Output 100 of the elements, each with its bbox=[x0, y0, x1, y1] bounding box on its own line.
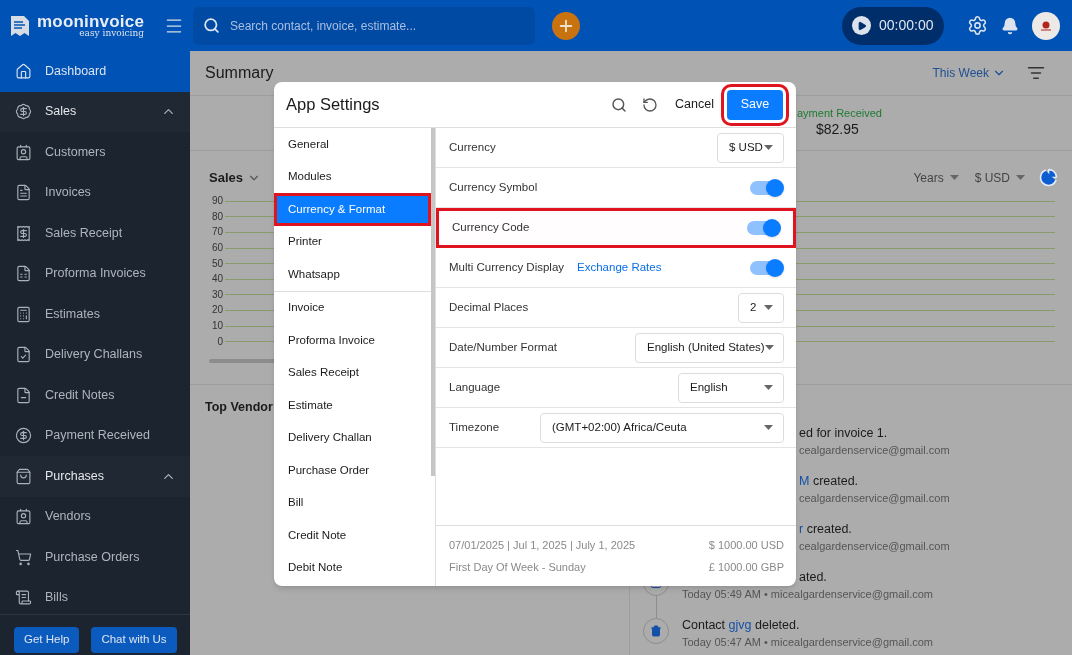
select-field[interactable]: 2 bbox=[738, 292, 784, 323]
exchange-rates-link[interactable]: Exchange Rates bbox=[577, 258, 662, 277]
caret-icon bbox=[764, 345, 774, 350]
axis-tick: 80 bbox=[210, 211, 223, 222]
amount-preview: £ 1000.00 GBP bbox=[708, 560, 784, 575]
section-title: Top Vendor bbox=[205, 400, 273, 414]
menu-item-icon bbox=[15, 265, 32, 283]
settings-nav-item[interactable]: Debit Note bbox=[274, 551, 431, 584]
setting-label: Language bbox=[449, 379, 501, 395]
menu-item-icon bbox=[15, 427, 32, 445]
activity-title: ed for invoice 1. bbox=[799, 426, 889, 442]
menu-item-icon bbox=[15, 386, 32, 404]
help-button[interactable]: Get Help bbox=[14, 627, 80, 653]
toggle-switch[interactable] bbox=[747, 221, 779, 235]
sidebar-item[interactable]: Customers bbox=[0, 132, 190, 173]
sidebar-item[interactable]: Purchase Orders bbox=[0, 537, 190, 578]
filter-icon[interactable] bbox=[1027, 64, 1045, 82]
menu-item-icon bbox=[15, 467, 32, 485]
activity-link[interactable]: gjvg bbox=[728, 618, 752, 632]
sidebar-item[interactable]: Vendors bbox=[0, 496, 190, 537]
sidebar-item[interactable]: Invoices bbox=[0, 172, 190, 213]
menu-item-icon bbox=[15, 548, 32, 566]
setting-label: Currency bbox=[449, 139, 496, 155]
menu-item-icon bbox=[15, 62, 32, 80]
activity-title: Contact gjvg deleted. bbox=[682, 618, 801, 634]
activity-meta: Today 05:47 AM • micealgardenservice@gmail.com bbox=[682, 635, 934, 650]
bell-icon[interactable] bbox=[1001, 16, 1019, 35]
menu-item-icon bbox=[15, 305, 32, 323]
sidebar-item[interactable]: Sales Receipt bbox=[0, 213, 190, 254]
menu-item-icon bbox=[15, 103, 32, 121]
settings-nav-item[interactable]: Delivery Challan bbox=[274, 421, 431, 454]
dialog-title: App Settings bbox=[286, 94, 380, 116]
sidebar-section[interactable]: Sales bbox=[0, 91, 190, 132]
activity-meta: cealgardenservice@gmail.com bbox=[799, 539, 950, 554]
week-start-text: First Day Of Week - Sunday bbox=[449, 560, 586, 575]
settings-nav-item[interactable]: Bill bbox=[274, 486, 431, 519]
add-button[interactable] bbox=[552, 11, 580, 40]
sidebar-item[interactable]: Payment Received bbox=[0, 415, 190, 456]
settings-nav-item[interactable]: Whatsapp bbox=[274, 258, 431, 291]
search-icon[interactable] bbox=[611, 96, 628, 113]
sidebar-item[interactable]: Estimates bbox=[0, 294, 190, 335]
help-button[interactable]: Chat with Us bbox=[91, 627, 177, 653]
sidebar-item[interactable]: Credit Notes bbox=[0, 375, 190, 416]
select-field[interactable]: $ USD bbox=[717, 132, 784, 163]
activity-meta: Today 05:49 AM • micealgardenservice@gmail.com bbox=[682, 587, 934, 602]
settings-nav-item[interactable]: Sales Receipt bbox=[274, 356, 431, 389]
sidebar-item[interactable]: Dashboard bbox=[0, 51, 190, 92]
toggle-switch[interactable] bbox=[750, 260, 782, 275]
brand-name: mooninvoice bbox=[37, 13, 145, 30]
setting-label: Timezone bbox=[449, 419, 500, 435]
settings-nav-item[interactable]: General bbox=[274, 128, 431, 161]
currency-dropdown[interactable]: $ USD bbox=[974, 168, 1025, 187]
settings-nav-item[interactable]: Currency & Format bbox=[274, 193, 431, 226]
sidebar-item[interactable]: Bills bbox=[0, 577, 190, 614]
axis-tick: 20 bbox=[210, 305, 223, 316]
caret-icon bbox=[949, 175, 959, 181]
chart-title-dropdown[interactable]: Sales bbox=[209, 168, 261, 188]
toggle-switch[interactable] bbox=[750, 180, 782, 195]
select-field[interactable]: (GMT+02:00) Africa/Ceuta bbox=[540, 412, 784, 443]
reset-icon[interactable] bbox=[642, 96, 659, 113]
settings-icon[interactable] bbox=[967, 15, 988, 36]
setting-label: Decimal Places bbox=[449, 299, 529, 315]
menu-item-icon bbox=[15, 589, 32, 607]
caret-icon bbox=[764, 145, 773, 150]
activity-title: M created. bbox=[799, 474, 860, 490]
settings-nav-item[interactable]: Credit Note bbox=[274, 519, 431, 552]
sidebar-item[interactable]: Proforma Invoices bbox=[0, 253, 190, 294]
settings-nav-item[interactable]: Proforma Invoice bbox=[274, 324, 431, 357]
axis-tick: 30 bbox=[210, 289, 223, 300]
settings-nav-item[interactable]: Printer bbox=[274, 225, 431, 258]
axis-tick: 10 bbox=[210, 321, 223, 332]
sidebar-item[interactable]: Delivery Challans bbox=[0, 334, 190, 375]
settings-nav-item[interactable]: Estimate bbox=[274, 389, 431, 422]
settings-nav-item[interactable]: Purchase Order bbox=[274, 454, 431, 487]
axis-tick: 60 bbox=[210, 243, 223, 254]
cancel-button[interactable]: Cancel bbox=[675, 95, 714, 114]
sidebar-section[interactable]: Purchases bbox=[0, 456, 190, 497]
activity-title: ated. bbox=[799, 570, 828, 586]
menu-item-icon bbox=[15, 224, 32, 242]
period-dropdown[interactable]: This Week bbox=[932, 64, 1006, 82]
select-field[interactable]: English bbox=[678, 372, 784, 403]
avatar[interactable] bbox=[1032, 11, 1060, 40]
range-dropdown[interactable]: Years bbox=[913, 168, 959, 187]
card-amount: $82.95 bbox=[816, 121, 860, 139]
card-label: ayment Received bbox=[797, 107, 883, 122]
axis-tick: 70 bbox=[210, 227, 223, 238]
axis-tick: 0 bbox=[216, 336, 223, 347]
activity-meta: cealgardenservice@gmail.com bbox=[799, 491, 950, 506]
settings-nav-item[interactable]: Invoice bbox=[274, 291, 431, 324]
menu-item-icon bbox=[15, 346, 32, 364]
pie-chart-icon[interactable] bbox=[1039, 168, 1058, 188]
search-field[interactable]: Search contact, invoice, estimate... bbox=[193, 6, 535, 45]
select-field[interactable]: English (United States) bbox=[635, 332, 784, 363]
amount-preview: $ 1000.00 USD bbox=[708, 537, 784, 553]
timer-button[interactable]: 00:00:00 bbox=[842, 6, 944, 45]
settings-nav-item[interactable]: Modules bbox=[274, 160, 431, 193]
logo-icon bbox=[10, 14, 30, 37]
axis-tick: 40 bbox=[210, 274, 223, 285]
setting-label: Currency Code bbox=[452, 220, 530, 236]
brand-tagline: easy invoicing bbox=[79, 29, 145, 38]
